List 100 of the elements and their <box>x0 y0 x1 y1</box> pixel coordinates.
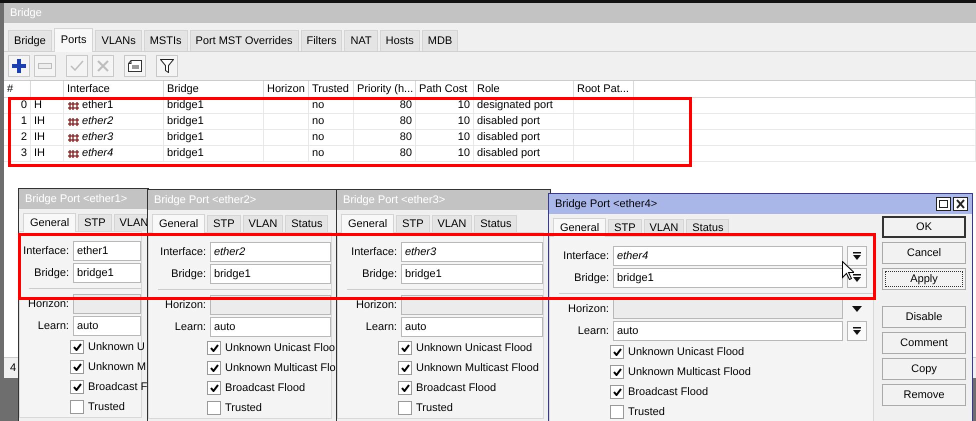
filter-icon <box>160 59 174 73</box>
input-field[interactable]: auto <box>210 317 331 337</box>
input-field[interactable]: auto <box>401 317 543 337</box>
checkbox[interactable] <box>398 401 412 415</box>
interface-name: ether3 <box>82 130 114 145</box>
field-label: Bridge: <box>33 267 70 279</box>
tab[interactable]: Status <box>474 215 518 232</box>
cross-icon <box>97 60 109 72</box>
input-field[interactable]: ether1 <box>73 241 141 261</box>
field-label: Interface: <box>159 246 207 258</box>
field-label: Interface: <box>350 246 398 258</box>
tab[interactable]: VLANs <box>95 30 142 51</box>
column-header[interactable]: # <box>4 81 31 98</box>
dropdown-button[interactable] <box>847 321 867 341</box>
dialog-button[interactable]: Apply <box>882 268 966 290</box>
checkbox[interactable] <box>70 400 84 414</box>
port-icon <box>67 100 80 110</box>
checkbox-label: Trusted <box>88 401 125 413</box>
checkbox[interactable] <box>610 345 624 359</box>
input-field[interactable]: auto <box>73 316 141 336</box>
checkbox-label: Unknown Multicast Flo <box>225 362 336 374</box>
toolbar-button[interactable] <box>8 55 30 77</box>
tab[interactable]: Hosts <box>380 30 420 51</box>
dialog-button[interactable]: Copy <box>882 358 966 380</box>
field-label: Learn: <box>36 320 70 332</box>
tab[interactable]: Bridge <box>8 30 52 51</box>
checkbox-label: Unknown Unicast Floo <box>225 342 336 354</box>
table-cell: IH <box>31 146 64 162</box>
tab[interactable]: General <box>341 214 394 233</box>
table-cell: 10 <box>416 146 474 162</box>
input-field[interactable] <box>613 299 843 319</box>
tab[interactable]: Filters <box>300 30 342 51</box>
tab[interactable]: Status <box>285 215 328 232</box>
dropdown-icon <box>853 252 861 260</box>
checkbox[interactable] <box>610 385 624 399</box>
field-label: Bridge: <box>361 268 398 280</box>
checkbox[interactable] <box>207 341 221 355</box>
interface-name: ether1 <box>82 98 114 113</box>
tab[interactable]: VLAN <box>432 215 472 232</box>
toolbar-button[interactable] <box>124 55 146 77</box>
table-cell: 80 <box>354 146 416 162</box>
field-label: Horizon: <box>567 303 610 315</box>
table-cell: bridge1 <box>164 98 264 114</box>
checkbox[interactable] <box>207 361 221 375</box>
port-icon <box>67 132 80 142</box>
input-field[interactable]: auto <box>613 321 843 341</box>
checkbox[interactable] <box>207 381 221 395</box>
input-field[interactable]: bridge1 <box>210 264 331 284</box>
interface-name: ether2 <box>82 114 114 129</box>
tab[interactable]: Port MST Overrides <box>190 30 299 51</box>
tab[interactable]: STP <box>78 214 112 231</box>
field-label: Bridge: <box>573 272 610 284</box>
table-cell: no <box>309 146 354 162</box>
plus-icon <box>12 59 26 73</box>
tab[interactable]: VLAN <box>242 215 284 232</box>
tab[interactable]: STP <box>396 215 430 232</box>
input-field[interactable]: bridge1 <box>401 264 543 284</box>
toolbar-button[interactable] <box>156 55 178 77</box>
maximize-icon[interactable] <box>936 197 951 211</box>
dialog-button[interactable]: Disable <box>882 306 966 328</box>
window-title: Bridge Port <ether3> <box>343 194 446 206</box>
dialog-button[interactable]: Comment <box>882 332 966 354</box>
cursor-icon <box>842 261 854 280</box>
port-icon <box>67 116 80 126</box>
checkbox[interactable] <box>398 381 412 395</box>
dialog-button[interactable]: Remove <box>882 384 966 406</box>
checkbox[interactable] <box>70 340 84 354</box>
checkbox-label: Broadcast Flood <box>628 386 708 398</box>
checkbox[interactable] <box>398 361 412 375</box>
checkbox-label: Broadcast Flood <box>225 382 306 394</box>
checkbox-label: Unknown Multicast Flood <box>416 362 539 374</box>
window-title: Bridge Port <ether1> <box>25 193 128 205</box>
tab[interactable]: General <box>23 213 76 232</box>
column-header[interactable]: Trusted <box>309 81 354 98</box>
checkbox[interactable] <box>610 405 624 419</box>
tab[interactable]: General <box>152 214 206 233</box>
tab[interactable]: MDB <box>422 30 458 51</box>
window-title: Bridge <box>10 7 42 19</box>
dialog-button[interactable]: Cancel <box>882 242 966 264</box>
checkbox[interactable] <box>70 380 84 394</box>
checkbox[interactable] <box>398 341 412 355</box>
checkbox[interactable] <box>70 360 84 374</box>
input-field[interactable]: bridge1 <box>613 268 843 288</box>
input-field[interactable]: bridge1 <box>73 263 141 283</box>
table-cell: bridge1 <box>164 114 264 130</box>
table-cell: disabled port <box>474 146 574 162</box>
checkbox[interactable] <box>610 365 624 379</box>
checkbox-label: Unknown Unicast Flood <box>628 346 744 358</box>
dialog-button[interactable]: OK <box>882 216 966 238</box>
window-title: Bridge Port <ether4> <box>555 198 658 210</box>
tab[interactable]: NAT <box>344 30 378 51</box>
tab[interactable]: Ports <box>54 28 94 52</box>
tab[interactable]: MSTIs <box>144 30 188 51</box>
table-cell: designated port <box>474 98 574 114</box>
checkbox[interactable] <box>207 401 221 415</box>
table-cell <box>264 98 309 114</box>
tab[interactable]: STP <box>207 215 241 232</box>
close-icon[interactable] <box>953 197 968 211</box>
checkbox-label: Broadcast F <box>88 381 148 393</box>
field-label: Horizon: <box>27 298 70 310</box>
